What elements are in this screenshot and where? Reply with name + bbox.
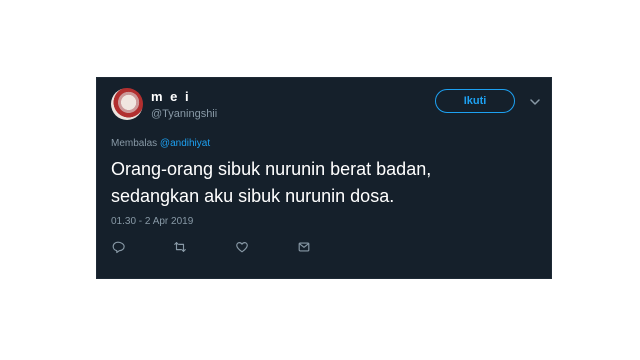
heart-icon[interactable] bbox=[235, 240, 251, 256]
chevron-down-icon[interactable] bbox=[529, 95, 541, 107]
tweet-card: m e i @Tyaningshii Ikuti Membalas @andih… bbox=[96, 77, 552, 279]
user-handle[interactable]: @Tyaningshii bbox=[151, 108, 217, 120]
avatar[interactable] bbox=[111, 88, 143, 120]
reply-prefix: Membalas bbox=[111, 138, 158, 149]
retweet-icon[interactable] bbox=[173, 240, 189, 256]
reply-mention-link[interactable]: @andihiyat bbox=[160, 138, 210, 149]
reply-context: Membalas @andihiyat bbox=[111, 138, 210, 149]
follow-button[interactable]: Ikuti bbox=[435, 89, 515, 113]
display-name[interactable]: m e i bbox=[151, 89, 191, 104]
tweet-timestamp[interactable]: 01.30 - 2 Apr 2019 bbox=[111, 216, 193, 227]
reply-icon[interactable] bbox=[111, 240, 127, 256]
tweet-actions bbox=[111, 240, 321, 256]
message-icon[interactable] bbox=[297, 240, 313, 256]
tweet-text: Orang-orang sibuk nurunin berat badan, s… bbox=[111, 159, 432, 206]
